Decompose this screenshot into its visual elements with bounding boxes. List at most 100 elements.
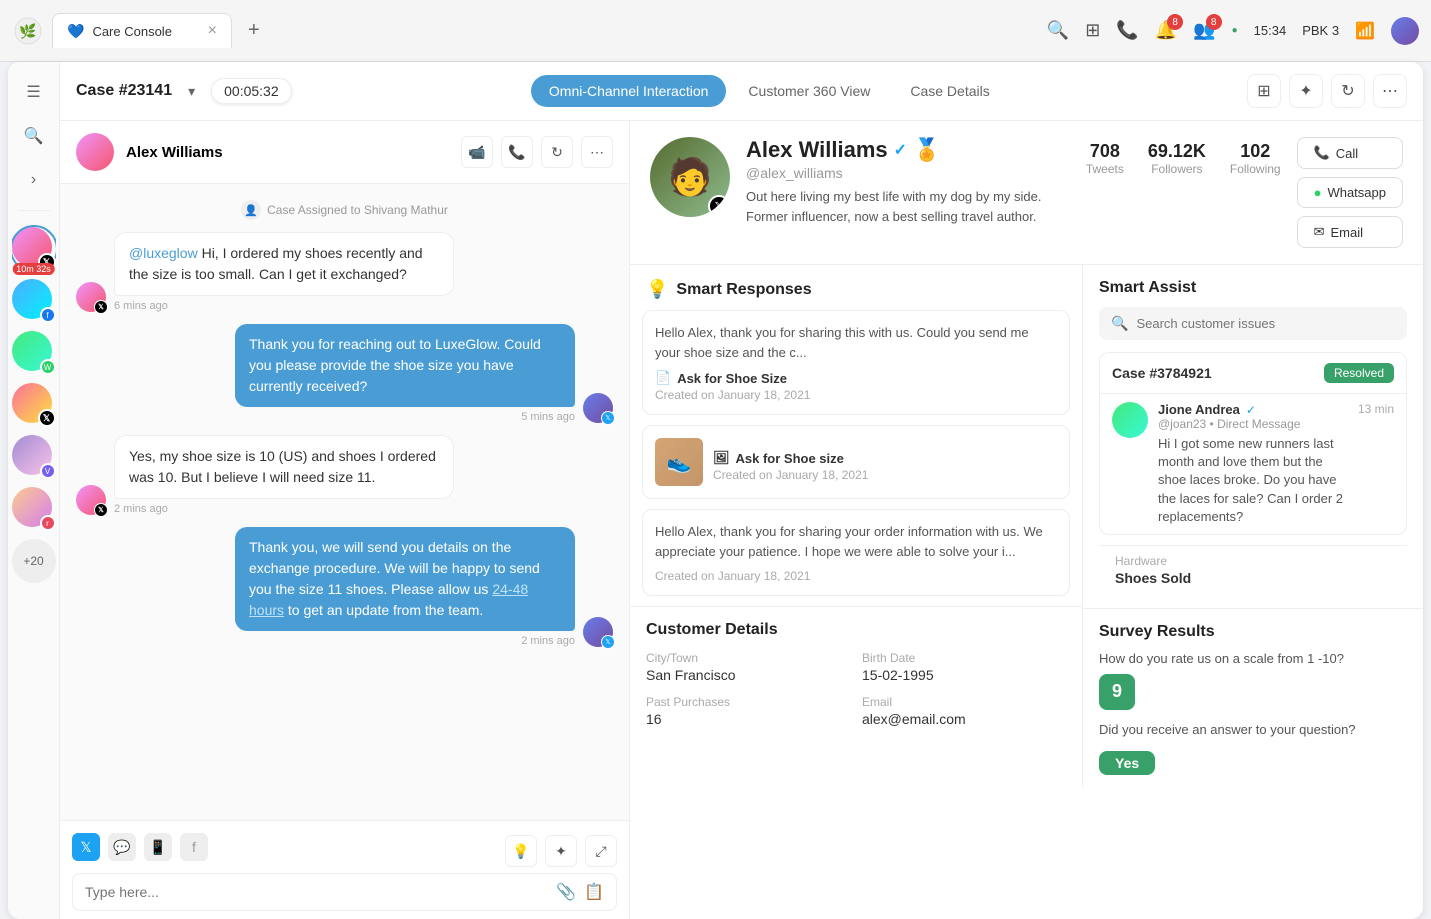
sidebar-search-button[interactable]: 🔍 xyxy=(16,118,52,154)
purchases-detail: Past Purchases 16 xyxy=(646,695,850,727)
main-content: Case #23141 ▾ 00:05:32 Omni-Channel Inte… xyxy=(60,62,1423,919)
profile-stats: 708 Tweets 69.12K Followers 102 Followin… xyxy=(1086,141,1281,176)
list-item[interactable]: Hello Alex, thank you for sharing this w… xyxy=(642,310,1070,415)
response-image-2: 👟 xyxy=(655,438,703,486)
list-item[interactable]: 𝕏 xyxy=(12,383,56,427)
response-title-1: 📄 Ask for Shoe Size xyxy=(655,370,1057,386)
tweets-stat: 708 Tweets xyxy=(1086,141,1124,176)
list-item[interactable]: V xyxy=(12,435,56,479)
twitter-channel-tab[interactable]: 𝕏 xyxy=(72,833,100,861)
chat-panel: Alex Williams 📹 📞 ↻ ⋯ 👤 Case Assigned to… xyxy=(60,121,630,919)
profile-avatar: 🧑 𝕏 xyxy=(650,137,730,217)
case-dropdown-icon[interactable]: ▾ xyxy=(188,83,195,100)
chat-footer: 𝕏 💬 📱 f 💡 ✦ ⤢ 📎 xyxy=(60,820,629,919)
session-time: 15:34 xyxy=(1254,23,1287,38)
outgoing-bubble-2: Thank you, we will send you details on t… xyxy=(235,527,575,631)
screenshot-button[interactable]: ⊞ xyxy=(1247,74,1281,108)
tab-customer360[interactable]: Customer 360 View xyxy=(730,75,888,107)
response-card-info: 🖼 Ask for Shoe size Created on January 1… xyxy=(713,442,868,482)
more-options-button[interactable]: ⋯ xyxy=(1373,74,1407,108)
chat-header: Alex Williams 📹 📞 ↻ ⋯ xyxy=(60,121,629,184)
verified-badge: ✓ xyxy=(894,140,907,160)
browser-tab[interactable]: 💙 Care Console × xyxy=(52,13,232,48)
message-channel-tab[interactable]: 💬 xyxy=(108,833,136,861)
smart-responses-section: 💡 Smart Responses Hello Alex, thank you … xyxy=(630,265,1083,787)
avatar-list: 𝕏 10m 32s f W 𝕏 V r +2 xyxy=(12,223,56,907)
survey-title: Survey Results xyxy=(1099,623,1407,641)
list-item[interactable]: W xyxy=(12,331,56,375)
template-button[interactable]: ✦ xyxy=(545,835,577,867)
grid-icon[interactable]: ⊞ xyxy=(1085,20,1100,41)
city-detail: City/Town San Francisco xyxy=(646,651,850,683)
chat-more-button[interactable]: ⋯ xyxy=(581,136,613,168)
msg-content: @luxeglow Hi, I ordered my shoes recentl… xyxy=(114,232,454,312)
chat-channel-tabs: 𝕏 💬 📱 f xyxy=(72,833,208,869)
case-assist-number: Case #3784921 xyxy=(1112,365,1212,381)
facebook-channel-tab[interactable]: f xyxy=(180,833,208,861)
user-avatar[interactable] xyxy=(1391,17,1419,45)
list-item[interactable]: 𝕏 10m 32s xyxy=(12,227,56,271)
expand-button[interactable]: ⤢ xyxy=(585,835,617,867)
table-row: 𝕏 Thank you for reaching out to LuxeGlow… xyxy=(76,324,613,423)
whatsapp-channel-tab[interactable]: 📱 xyxy=(144,833,172,861)
left-sidebar: ☰ 🔍 › 𝕏 10m 32s f W 𝕏 xyxy=(8,62,60,919)
case-number: Case #23141 xyxy=(76,82,172,100)
channel-toolbar: 𝕏 💬 📱 f 💡 ✦ ⤢ xyxy=(72,829,617,873)
smart-responses-header: 💡 Smart Responses xyxy=(630,265,1082,310)
assist-user-row: Jione Andrea ✓ xyxy=(1158,402,1348,417)
attachment-icon[interactable]: 📎 xyxy=(556,882,576,902)
reddit-badge: r xyxy=(40,515,56,531)
message-input[interactable] xyxy=(85,884,548,900)
twitter-badge-2: 𝕏 xyxy=(38,409,56,427)
sidebar-expand-button[interactable]: › xyxy=(16,162,52,198)
video-call-button[interactable]: 📹 xyxy=(461,136,493,168)
customer-avatar-2: 𝕏 xyxy=(76,485,106,515)
facebook-badge: f xyxy=(40,307,56,323)
msg-content-2: Yes, my shoe size is 10 (US) and shoes I… xyxy=(114,435,454,515)
whatsapp-button[interactable]: ● Whatsapp xyxy=(1297,177,1403,208)
smart-reply-button[interactable]: 💡 xyxy=(505,835,537,867)
tab-close-icon[interactable]: × xyxy=(208,22,217,40)
survey-question-1: How do you rate us on a scale from 1 -10… xyxy=(1099,651,1407,666)
list-item[interactable]: r xyxy=(12,487,56,531)
users-icon[interactable]: 👥 8 xyxy=(1193,20,1215,41)
image-icon: 🖼 xyxy=(713,450,730,466)
notes-icon[interactable]: 📋 xyxy=(584,882,604,902)
list-item[interactable]: Hello Alex, thank you for sharing your o… xyxy=(642,509,1070,596)
new-tab-button[interactable]: + xyxy=(240,19,268,42)
profile-section: 🧑 𝕏 Alex Williams ✓ 🏅 @alex_williams Out… xyxy=(630,121,1423,265)
notification-icon[interactable]: 🔔 8 xyxy=(1155,20,1177,41)
list-item[interactable]: 👟 🖼 Ask for Shoe size Created on January… xyxy=(642,425,1070,499)
followers-stat: 69.12K Followers xyxy=(1148,141,1206,176)
panels: Alex Williams 📹 📞 ↻ ⋯ 👤 Case Assigned to… xyxy=(60,121,1423,919)
exchange-link[interactable]: 24-48 hours xyxy=(249,581,528,618)
survey-results-section: Survey Results How do you rate us on a s… xyxy=(1083,608,1423,787)
phone-call-button[interactable]: 📞 xyxy=(501,136,533,168)
birthdate-detail: Birth Date 15-02-1995 xyxy=(862,651,1066,683)
assist-avatar xyxy=(1112,402,1148,438)
msg-timestamp-2: 5 mins ago xyxy=(521,411,575,423)
profile-name: Alex Williams ✓ 🏅 xyxy=(746,137,1070,163)
search-icon[interactable]: 🔍 xyxy=(1047,20,1069,41)
list-item[interactable]: f xyxy=(12,279,56,323)
email-button[interactable]: ✉ Email xyxy=(1297,216,1403,248)
phone-icon[interactable]: 📞 xyxy=(1116,20,1138,41)
chat-agent-name: Alex Williams xyxy=(126,144,449,161)
call-button[interactable]: 📞 Call xyxy=(1297,137,1403,169)
more-count-badge[interactable]: +20 xyxy=(12,539,56,583)
msg-twitter-badge-4: 𝕏 xyxy=(601,635,615,649)
assist-handle: @joan23 • Direct Message xyxy=(1158,417,1348,431)
magic-button[interactable]: ✦ xyxy=(1289,74,1323,108)
tab-omni-channel[interactable]: Omni-Channel Interaction xyxy=(531,75,727,107)
menu-button[interactable]: ☰ xyxy=(16,74,52,110)
refresh-button[interactable]: ↻ xyxy=(1331,74,1365,108)
refresh-chat-button[interactable]: ↻ xyxy=(541,136,573,168)
assist-time: 13 min xyxy=(1358,402,1394,416)
customer-details-title: Customer Details xyxy=(646,621,1066,639)
hardware-value: Shoes Sold xyxy=(1115,570,1391,586)
assist-msg-text: Hi I got some new runners last month and… xyxy=(1158,435,1348,526)
tab-case-details[interactable]: Case Details xyxy=(892,75,1007,107)
response-title-2: 🖼 Ask for Shoe size xyxy=(713,450,868,466)
smart-assist-search-input[interactable] xyxy=(1136,316,1395,331)
header-actions: ⊞ ✦ ↻ ⋯ xyxy=(1247,74,1407,108)
